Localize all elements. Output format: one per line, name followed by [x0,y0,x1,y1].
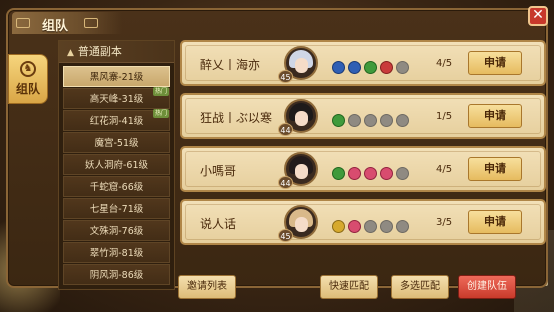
empty-slot-icon [396,61,409,74]
invite-list-button[interactable]: 邀请列表 [178,275,236,299]
create-team-button[interactable]: 创建队伍 [458,275,516,299]
tab-team-label: 组队 [15,82,40,96]
tab-team[interactable]: ♞ 组队 [8,54,48,104]
class-icon [332,61,345,74]
member-count: 3/5 [436,217,453,228]
avatar-face [295,164,308,179]
member-slots [332,110,412,127]
dungeon-item-label: 高天峰-31级 [89,94,144,105]
dungeon-list-panel: ▲ 普通副本 黑风寨-21级 高天峰-31级 热门 红花洞-41级 热门 魔宫-51级 妖人洞… [58,40,175,290]
class-icon [364,61,377,74]
title-bar: 组队 [12,12,122,34]
dungeon-item[interactable]: 七星台-71级 [63,198,170,219]
member-slots [332,163,412,180]
avatar-face [295,58,308,73]
member-slots [332,57,412,74]
apply-button[interactable]: 申请 [468,104,522,128]
team-icon: ♞ [20,61,36,77]
empty-slot-icon [396,114,409,127]
team-row: 小嗎哥 44 4/5 申请 [180,146,546,192]
dungeon-item[interactable]: 文殊洞-76级 [63,220,170,241]
class-icon [380,167,393,180]
dungeon-item[interactable]: 魔宫-51级 [63,132,170,153]
class-icon [348,220,361,233]
member-count: 1/5 [436,111,453,122]
member-count: 4/5 [436,58,453,69]
apply-button[interactable]: 申请 [468,210,522,234]
dungeon-item-label: 红花洞-41级 [89,116,144,127]
team-row: 说人话 45 3/5 申请 [180,199,546,245]
empty-slot-icon [380,114,393,127]
empty-slot-icon [364,220,377,233]
dungeon-item[interactable]: 高天峰-31级 热门 [63,87,170,109]
dungeon-item[interactable]: 妖人洞府-61级 [63,154,170,175]
close-button[interactable]: ✕ [528,6,548,26]
team-leader-name: 说人话 [200,217,237,231]
quick-match-button[interactable]: 快速匹配 [320,275,378,299]
member-count: 4/5 [436,164,453,175]
class-icon [332,220,345,233]
level-badge: 44 [278,176,293,189]
class-icon [348,167,361,180]
dungeon-item-label: 阴风洞-86级 [89,270,144,281]
class-icon [348,61,361,74]
hot-badge: 热门 [152,109,169,118]
empty-slot-icon [396,220,409,233]
dungeon-item[interactable]: 黑风寨-21级 [63,66,170,87]
dungeon-item-label: 文殊洞-76级 [89,226,144,237]
empty-slot-icon [396,167,409,180]
class-icon [380,61,393,74]
triangle-icon: ▲ [67,48,74,58]
avatar-face [295,217,308,232]
empty-slot-icon [380,220,393,233]
dungeon-item[interactable]: 千蛇窟-66级 [63,176,170,197]
multi-match-button[interactable]: 多选匹配 [391,275,449,299]
dungeon-item-label: 黑风寨-21级 [89,72,144,83]
empty-slot-icon [348,114,361,127]
empty-slot-icon [364,114,377,127]
level-badge: 45 [278,70,293,83]
class-icon [364,167,377,180]
dungeon-item[interactable]: 红花洞-41级 热门 [63,109,170,131]
apply-button[interactable]: 申请 [468,157,522,181]
dungeon-item-label: 七星台-71级 [89,204,144,215]
dungeon-category-header[interactable]: ▲ 普通副本 [59,41,174,63]
class-icon [332,167,345,180]
level-badge: 44 [278,123,293,136]
team-leader-name: 狂战丨ぶ以寒 [200,111,273,125]
level-badge: 45 [278,229,293,242]
team-window: 组队 ✕ ♞ 组队 ▲ 普通副本 黑风寨-21级 高天峰-31级 热门 红花洞-41级热… [6,6,548,299]
avatar-face [295,111,308,126]
dungeon-item-label: 千蛇窟-66级 [89,182,144,193]
dungeon-list: 黑风寨-21级 高天峰-31级 热门 红花洞-41级 热门 魔宫-51级 妖人洞府-61级千… [59,63,174,285]
dungeon-item[interactable]: 翠竹洞-81级 [63,242,170,263]
class-icon [332,114,345,127]
dungeon-item-label: 妖人洞府-61级 [84,160,149,171]
ornament-icon [84,18,98,28]
ornament-icon [16,18,30,28]
team-leader-name: 小嗎哥 [200,164,237,178]
team-list: 醉乂丨海亦 45 4/5 申请 狂战丨ぶ以寒 44 1/5 申请 小嗎哥 44 4/5 申请 说人话 45… [180,40,546,252]
team-row: 狂战丨ぶ以寒 44 1/5 申请 [180,93,546,139]
hot-badge: 热门 [152,87,169,96]
team-leader-name: 醉乂丨海亦 [200,58,261,72]
member-slots [332,216,412,233]
dungeon-item-label: 魔宫-51级 [94,138,139,149]
team-row: 醉乂丨海亦 45 4/5 申请 [180,40,546,86]
dungeon-item[interactable]: 阴风洞-86级 [63,264,170,285]
apply-button[interactable]: 申请 [468,51,522,75]
dungeon-category-label: 普通副本 [77,45,122,58]
dungeon-item-label: 翠竹洞-81级 [89,248,144,259]
window-title: 组队 [42,19,69,34]
